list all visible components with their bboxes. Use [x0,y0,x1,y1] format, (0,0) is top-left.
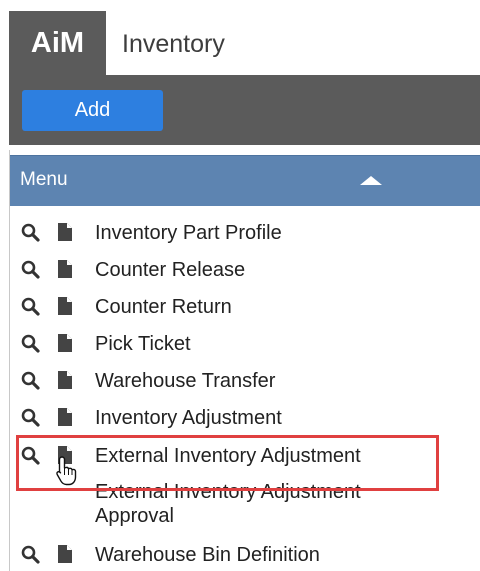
collapse-up-icon[interactable] [360,176,382,185]
search-icon[interactable] [21,297,40,316]
toolbar: Add [9,75,480,145]
document-icon[interactable] [57,370,73,390]
search-icon[interactable] [21,545,40,564]
search-icon[interactable] [21,371,40,390]
document-icon[interactable] [57,296,73,316]
menu-item-label: Pick Ticket [95,333,191,355]
app-logo[interactable]: AiM [9,11,106,75]
menu-header[interactable]: Menu [10,155,480,206]
menu-item-warehouse-transfer[interactable]: Warehouse Transfer [10,365,480,399]
menu-item-label: Inventory Part Profile [95,222,282,244]
menu-item-counter-return[interactable]: Counter Return [10,291,480,325]
menu-item-label: Warehouse Transfer [95,370,276,392]
search-icon[interactable] [21,408,40,427]
menu-item-inventory-adjustment[interactable]: Inventory Adjustment [10,402,480,436]
document-icon[interactable] [57,222,73,242]
add-button[interactable]: Add [22,90,163,131]
title-bar: AiM Inventory [0,0,480,75]
document-icon[interactable] [57,333,73,353]
menu-item-counter-release[interactable]: Counter Release [10,254,480,288]
search-icon[interactable] [21,260,40,279]
menu-item-inventory-part-profile[interactable]: Inventory Part Profile [10,217,480,251]
document-icon[interactable] [57,544,73,564]
menu-item-label: Inventory Adjustment [95,407,282,429]
menu-panel: Menu Inventory Part Profile Counter Rele… [9,150,480,571]
menu-item-pick-ticket[interactable]: Pick Ticket [10,328,480,362]
search-icon[interactable] [21,334,40,353]
menu-item-label: Warehouse Bin Definition [95,544,320,566]
menu-item-label: Counter Release [95,259,246,281]
page-title: Inventory [122,30,225,58]
search-icon[interactable] [21,223,40,242]
hand-cursor-icon [56,456,77,486]
menu-item-warehouse-bin-definition[interactable]: Warehouse Bin Definition [10,539,480,571]
menu-item-label: Counter Return [95,296,232,318]
document-icon[interactable] [57,259,73,279]
menu-title: Menu [20,169,68,190]
document-icon[interactable] [57,407,73,427]
